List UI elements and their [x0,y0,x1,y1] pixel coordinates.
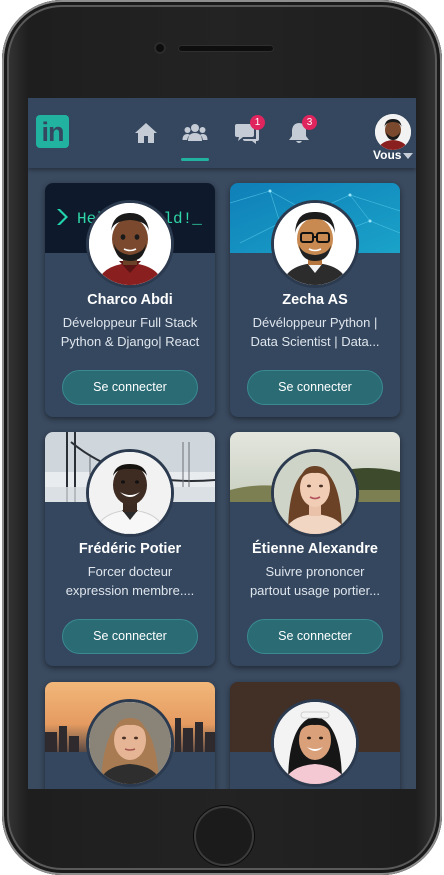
profile-name[interactable]: Charco Abdi [45,292,215,308]
profile-name[interactable]: Frédéric Potier [45,541,215,557]
avatar[interactable] [271,200,359,288]
phone-frame: Hello World!_ [2,0,442,875]
headline-line-1: Suivre prononcer [265,564,365,579]
profile-headline: Forcer docteur expression membre.... [51,562,209,600]
avatar[interactable] [86,699,174,787]
connect-button[interactable]: Se connecter [62,619,198,654]
home-icon[interactable] [133,120,159,146]
headline-line-2: Python & Django| React [60,334,200,349]
network-icon[interactable] [182,120,208,146]
me-label[interactable]: Vous [373,148,401,162]
headline-line-1: Développeur Full Stack [62,315,198,330]
profile-card[interactable] [45,682,215,789]
top-nav-bar: in 1 3 Vous [28,98,416,168]
profile-card[interactable]: Frédéric Potier Forcer docteur expressio… [45,432,215,666]
profile-card[interactable]: Hello World!_ [45,183,215,417]
app-screen: Hello World!_ [28,98,416,789]
app-logo[interactable]: in [36,115,69,148]
notifications-badge: 3 [302,115,317,130]
profile-card[interactable] [230,682,400,789]
headline-line-1: Dévéloppeur Python | [252,315,378,330]
profile-card[interactable]: Zecha AS Dévéloppeur Python | Data Scien… [230,183,400,417]
headline-line-2: Data Scientist | Data... [250,334,380,349]
avatar[interactable] [271,449,359,537]
avatar[interactable] [86,200,174,288]
profile-name[interactable]: Étienne Alexandre [230,541,400,557]
active-tab-indicator [181,158,209,161]
messages-badge: 1 [250,115,265,130]
home-button[interactable] [194,806,254,866]
profile-headline: Développeur Full Stack Python & Django| … [51,313,209,351]
connect-button[interactable]: Se connecter [247,370,383,405]
front-camera [154,42,166,54]
connect-button[interactable]: Se connecter [247,619,383,654]
me-avatar[interactable] [375,114,411,150]
headline-line-1: Forcer docteur [87,564,173,579]
avatar[interactable] [271,699,359,787]
headline-line-2: expression membre.... [65,583,195,598]
suggestions-grid: Hello World!_ [28,98,416,789]
earpiece-speaker [178,45,274,52]
profile-name[interactable]: Zecha AS [230,292,400,308]
connect-button[interactable]: Se connecter [62,370,198,405]
headline-line-2: partout usage portier... [249,583,381,598]
avatar[interactable] [86,449,174,537]
logo-text: in [41,117,65,147]
profile-card[interactable]: Étienne Alexandre Suivre prononcer parto… [230,432,400,666]
chevron-down-icon[interactable] [403,153,413,159]
profile-headline: Suivre prononcer partout usage portier..… [236,562,394,600]
profile-headline: Dévéloppeur Python | Data Scientist | Da… [236,313,394,351]
